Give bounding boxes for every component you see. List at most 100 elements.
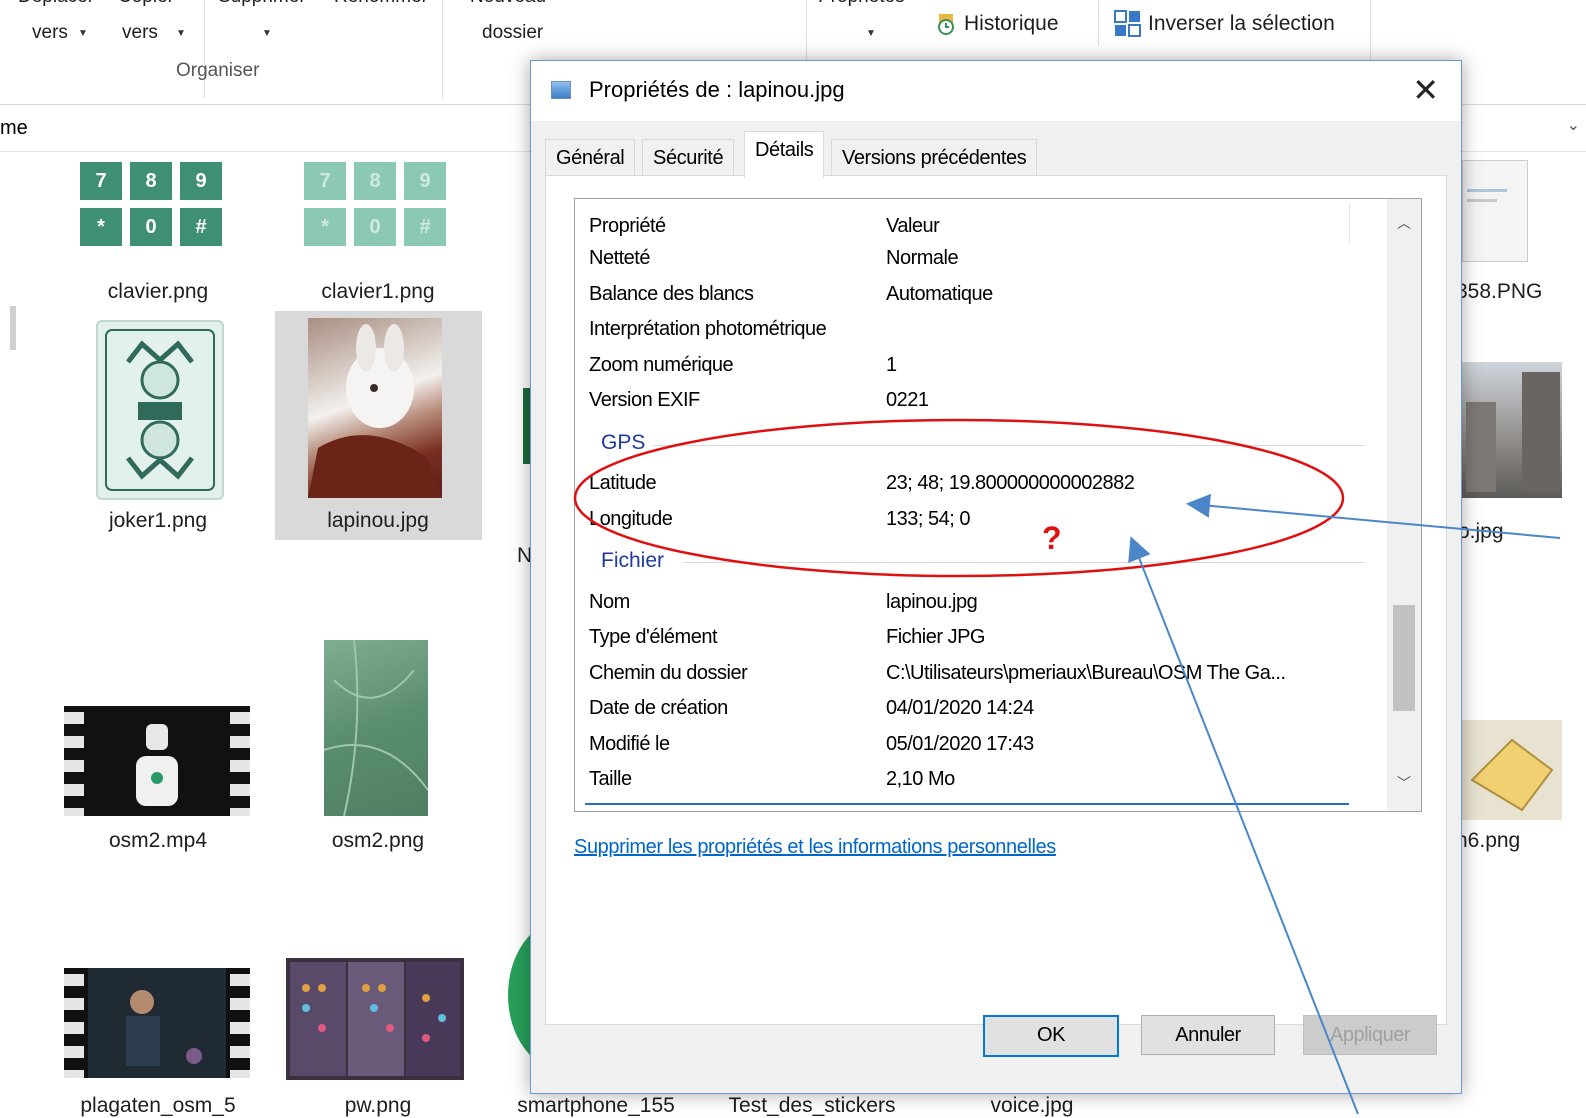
history-icon — [936, 13, 958, 35]
property-value: 1 — [886, 354, 897, 376]
property-name: Interprétation photométrique — [589, 318, 827, 340]
keypad-key: 7 — [80, 162, 122, 200]
keypad-key: # — [180, 208, 222, 246]
delete-dropdown-icon[interactable]: ▼ — [262, 28, 272, 39]
organize-group-label: Organiser — [176, 60, 260, 81]
property-name: Nom — [589, 591, 630, 613]
column-header-property[interactable]: Propriété — [589, 215, 666, 238]
history-label: Historique — [964, 12, 1059, 35]
cancel-button[interactable]: Annuler — [1141, 1015, 1275, 1055]
properties-dialog: Propriétés de : lapinou.jpg ✕ Général Sé… — [530, 60, 1462, 1094]
keypad-key: * — [304, 208, 346, 246]
new-folder-button[interactable]: dossier — [482, 22, 543, 44]
keypad-key: 9 — [180, 162, 222, 200]
column-header-value[interactable]: Valeur — [886, 215, 940, 238]
property-name: Chemin du dossier — [589, 662, 748, 684]
details-panel: Propriété Valeur Netteté Normale Balance … — [545, 175, 1447, 1025]
ribbon-separator — [204, 0, 205, 98]
question-mark-annotation: ? — [1042, 520, 1062, 556]
file-thumbnail-map[interactable] — [1462, 720, 1562, 820]
apply-button[interactable]: Appliquer — [1303, 1015, 1437, 1055]
scrollbar-thumb[interactable] — [1393, 605, 1415, 711]
ribbon-separator — [442, 0, 443, 98]
keypad-key: 8 — [354, 162, 396, 200]
keypad-key: # — [404, 208, 446, 246]
file-name: smartphone_155 — [517, 1094, 675, 1117]
properties-list[interactable]: Propriété Valeur Netteté Normale Balance … — [574, 198, 1422, 812]
file-name: osm2.mp4 — [108, 829, 208, 852]
file-name: plagaten_osm_5 — [80, 1094, 236, 1117]
breadcrumb[interactable]: me — [0, 117, 28, 140]
tab-general[interactable]: Général — [545, 139, 636, 176]
close-icon[interactable]: ✕ — [1412, 71, 1439, 109]
file-name: joker1.png — [108, 509, 208, 532]
file-name: Test_des_stickers — [728, 1094, 896, 1117]
keypad-key: 0 — [130, 208, 172, 246]
move-to-button[interactable]: vers — [32, 22, 68, 44]
dialog-titlebar[interactable]: Propriétés de : lapinou.jpg ✕ — [531, 61, 1461, 121]
history-button[interactable]: Historique — [936, 6, 1059, 42]
file-thumbnail-clavier1[interactable]: 789 * 0 # — [304, 162, 446, 246]
file-thumbnail-osm2-image[interactable] — [323, 639, 429, 817]
copy-to-dropdown-icon[interactable]: ▼ — [176, 28, 186, 39]
invert-selection-icon — [1114, 10, 1142, 38]
invert-selection-label: Inverser la sélection — [1148, 12, 1335, 35]
property-value: 23; 48; 19.800000000002882 — [886, 472, 1135, 494]
property-name: Taille — [589, 768, 632, 790]
property-value: C:\Utilisateurs\pmeriaux\Bureau\OSM The … — [886, 662, 1286, 684]
tab-security[interactable]: Sécurité — [642, 139, 735, 176]
ribbon-newfolder-label-top: Nouveau — [470, 0, 546, 8]
chevron-up-icon[interactable]: ︿ — [1387, 213, 1421, 233]
group-divider — [683, 562, 1365, 563]
person-scene-icon — [88, 968, 226, 1078]
file-thumbnail-screenshot[interactable] — [1462, 160, 1528, 262]
file-thumbnail-lapinou[interactable] — [308, 318, 442, 498]
app-grid-icon — [290, 962, 460, 1076]
street-photo-icon — [1466, 372, 1560, 492]
property-value: 05/01/2020 17:43 — [886, 733, 1034, 755]
group-header-file[interactable]: Fichier — [601, 549, 664, 573]
file-name-partial: o.jpg — [1458, 520, 1504, 543]
chevron-down-icon[interactable]: ⌄ — [1567, 115, 1580, 135]
file-thumbnail-joker1[interactable] — [96, 320, 224, 500]
property-name: Date de création — [589, 697, 728, 719]
column-header-separator[interactable] — [1349, 203, 1350, 243]
image-file-icon — [551, 81, 571, 99]
property-name: Latitude — [589, 472, 657, 494]
move-to-dropdown-icon[interactable]: ▼ — [78, 28, 88, 39]
invert-selection-button[interactable]: Inverser la sélection — [1114, 6, 1335, 42]
property-name: Version EXIF — [589, 389, 700, 411]
file-thumbnail-street[interactable] — [1462, 362, 1562, 498]
file-name-partial: n6.png — [1456, 829, 1521, 852]
property-name: Longitude — [589, 508, 673, 530]
keypad-key: 8 — [130, 162, 172, 200]
property-value: 133; 54; 0 — [886, 508, 970, 530]
property-value: Fichier JPG — [886, 626, 985, 648]
ribbon-delete-label-top: Supprimer — [218, 0, 306, 8]
file-name: lapinou.jpg — [327, 509, 429, 532]
file-thumbnail-plagaten-video[interactable] — [64, 968, 250, 1078]
chevron-down-icon[interactable]: ﹀ — [1387, 773, 1421, 793]
keypad-key: 7 — [304, 162, 346, 200]
properties-dropdown-icon[interactable]: ▼ — [866, 28, 876, 39]
map-tile-icon — [1470, 738, 1554, 812]
property-name: Modifié le — [589, 733, 670, 755]
ok-button[interactable]: OK — [983, 1015, 1119, 1057]
group-header-gps[interactable]: GPS — [601, 431, 645, 455]
file-name: voice.jpg — [990, 1094, 1074, 1117]
properties-scrollbar[interactable]: ︿ ﹀ — [1387, 199, 1421, 811]
explorer-scroll-indicator[interactable] — [10, 306, 16, 350]
keypad-key: 9 — [404, 162, 446, 200]
file-thumbnail-osm2-video[interactable] — [64, 706, 250, 816]
document-preview-icon — [1467, 189, 1507, 202]
copy-to-button[interactable]: vers — [122, 22, 158, 44]
tab-details[interactable]: Détails — [744, 131, 825, 178]
robot-character-icon — [136, 724, 178, 806]
property-value: 04/01/2020 14:24 — [886, 697, 1034, 719]
tab-previous-versions[interactable]: Versions précédentes — [831, 139, 1038, 176]
property-value: Automatique — [886, 283, 993, 305]
file-thumbnail-pw[interactable] — [286, 958, 464, 1080]
remove-properties-link[interactable]: Supprimer les propriétés et les informat… — [574, 836, 1056, 859]
file-thumbnail-clavier[interactable]: 789 * 0 # — [80, 162, 222, 246]
dialog-title: Propriétés de : lapinou.jpg — [589, 77, 845, 102]
